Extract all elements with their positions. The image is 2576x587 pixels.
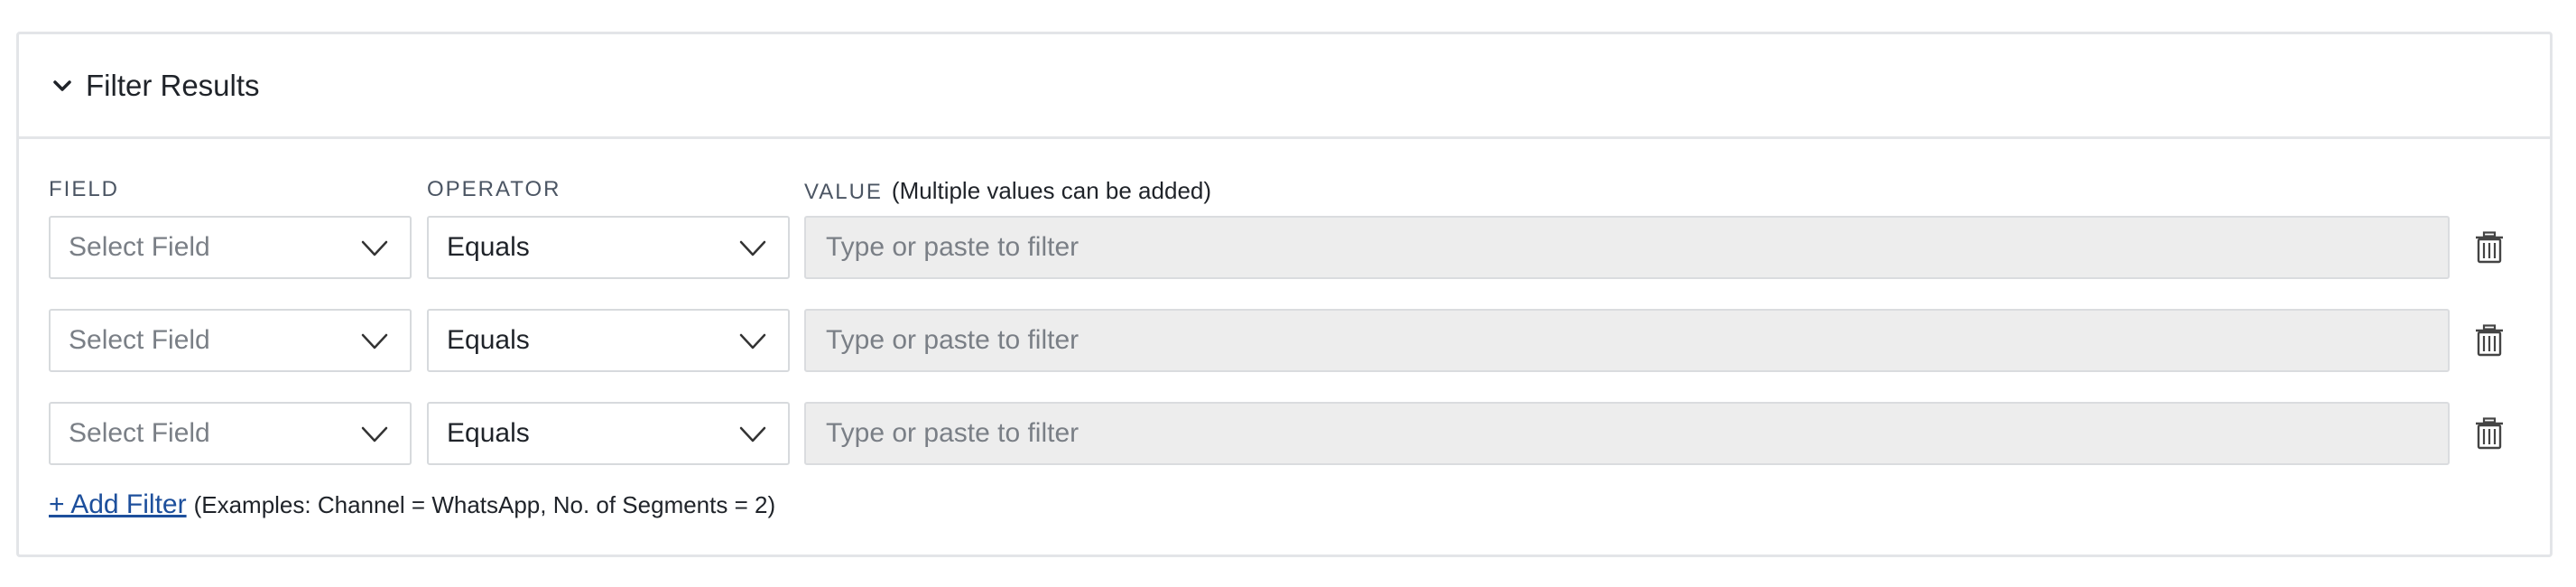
filter-row: Select Field Equals xyxy=(19,309,2550,372)
field-column-label: FIELD xyxy=(49,177,120,201)
chevron-down-icon xyxy=(739,240,766,256)
field-select[interactable]: Select Field xyxy=(49,402,412,465)
value-input[interactable] xyxy=(804,402,2450,465)
filter-results-header[interactable]: Filter Results xyxy=(19,34,2550,139)
trash-icon[interactable] xyxy=(2474,417,2505,450)
chevron-down-icon xyxy=(361,333,388,349)
trash-icon[interactable] xyxy=(2474,324,2505,357)
value-column-label-wrap: VALUE (Multiple values can be added) xyxy=(804,177,1211,205)
chevron-down-icon xyxy=(739,333,766,349)
trash-icon[interactable] xyxy=(2474,231,2505,264)
chevron-down-icon[interactable] xyxy=(51,75,73,97)
operator-select-value: Equals xyxy=(447,325,530,355)
operator-select[interactable]: Equals xyxy=(427,402,790,465)
filter-footer: + Add Filter (Examples: Channel = WhatsAp… xyxy=(49,489,775,520)
add-filter-link[interactable]: + Add Filter xyxy=(49,489,187,519)
filter-results-panel: Filter Results FIELD OPERATOR VALUE (Mult… xyxy=(16,32,2553,557)
column-labels: FIELD OPERATOR VALUE (Multiple values can… xyxy=(19,177,2550,213)
chevron-down-icon xyxy=(739,426,766,443)
filter-examples-text: (Examples: Channel = WhatsApp, No. of Se… xyxy=(193,491,776,518)
filter-row: Select Field Equals xyxy=(19,402,2550,465)
chevron-down-icon xyxy=(361,240,388,256)
filter-row: Select Field Equals xyxy=(19,216,2550,279)
operator-select[interactable]: Equals xyxy=(427,216,790,279)
chevron-down-icon xyxy=(361,426,388,443)
field-select-value: Select Field xyxy=(69,232,210,262)
field-select[interactable]: Select Field xyxy=(49,216,412,279)
operator-select-value: Equals xyxy=(447,232,530,262)
field-select-value: Select Field xyxy=(69,325,210,355)
field-select-value: Select Field xyxy=(69,418,210,448)
panel-title: Filter Results xyxy=(86,68,260,102)
operator-select-value: Equals xyxy=(447,418,530,448)
field-select[interactable]: Select Field xyxy=(49,309,412,372)
operator-select[interactable]: Equals xyxy=(427,309,790,372)
value-column-label: VALUE xyxy=(804,180,883,204)
value-input[interactable] xyxy=(804,309,2450,372)
value-input[interactable] xyxy=(804,216,2450,279)
value-column-hint: (Multiple values can be added) xyxy=(891,177,1212,204)
operator-column-label: OPERATOR xyxy=(427,177,561,201)
